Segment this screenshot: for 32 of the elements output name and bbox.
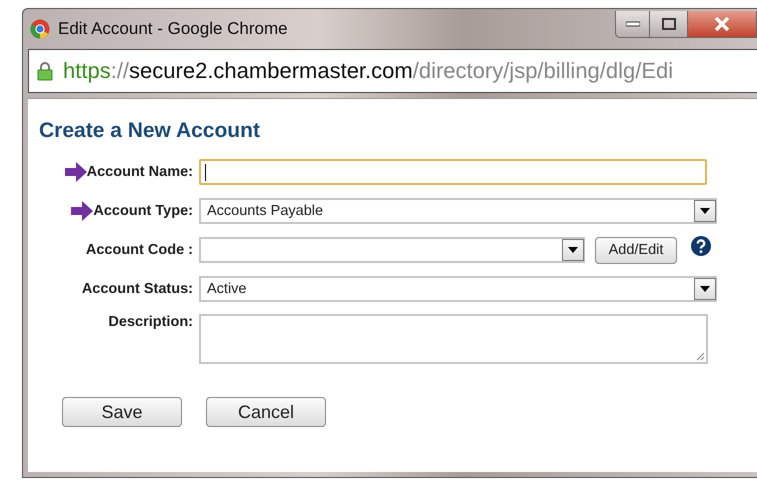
dropdown-button[interactable] (694, 200, 716, 222)
address-bar[interactable]: https://secure2.chambermaster.com/directory/jsp/billing/dlg/Edi (28, 49, 757, 93)
browser-logo-icon (30, 19, 50, 39)
text-field[interactable] (199, 159, 707, 185)
close-icon (714, 17, 730, 31)
field-label: Account Status: (82, 281, 193, 297)
maximize-icon (662, 18, 676, 30)
url-text: https://secure2.chambermaster.com/directory/jsp/billing/dlg/Edi (63, 58, 674, 84)
caret-icon (700, 286, 710, 292)
field-label: Account Type: (93, 203, 193, 219)
form-button[interactable]: Save (62, 397, 182, 427)
add-edit-button[interactable]: Add/Edit (595, 236, 677, 264)
field-label: Description: (108, 314, 193, 330)
form-heading: Create a New Account (39, 119, 261, 143)
window-title: Edit Account - Google Chrome (58, 19, 289, 39)
minimize-icon (626, 21, 640, 27)
field-label: Account Code : (86, 242, 193, 258)
field-label: Account Name: (86, 164, 193, 180)
caret-icon (568, 247, 578, 253)
help-icon[interactable] (691, 236, 711, 256)
dropdown-field[interactable]: Active (199, 276, 717, 302)
minimize-button[interactable] (615, 11, 650, 38)
form-button[interactable]: Cancel (206, 397, 326, 427)
dropdown-button[interactable] (694, 278, 716, 300)
caret-icon (700, 208, 710, 214)
dropdown-field[interactable] (199, 237, 585, 263)
dropdown-button[interactable] (562, 239, 584, 261)
dropdown-field[interactable]: Accounts Payable (199, 198, 717, 224)
description-field[interactable] (199, 314, 708, 364)
maximize-button[interactable] (650, 11, 688, 38)
close-button[interactable] (688, 11, 757, 38)
resize-grip-icon[interactable] (695, 351, 705, 361)
